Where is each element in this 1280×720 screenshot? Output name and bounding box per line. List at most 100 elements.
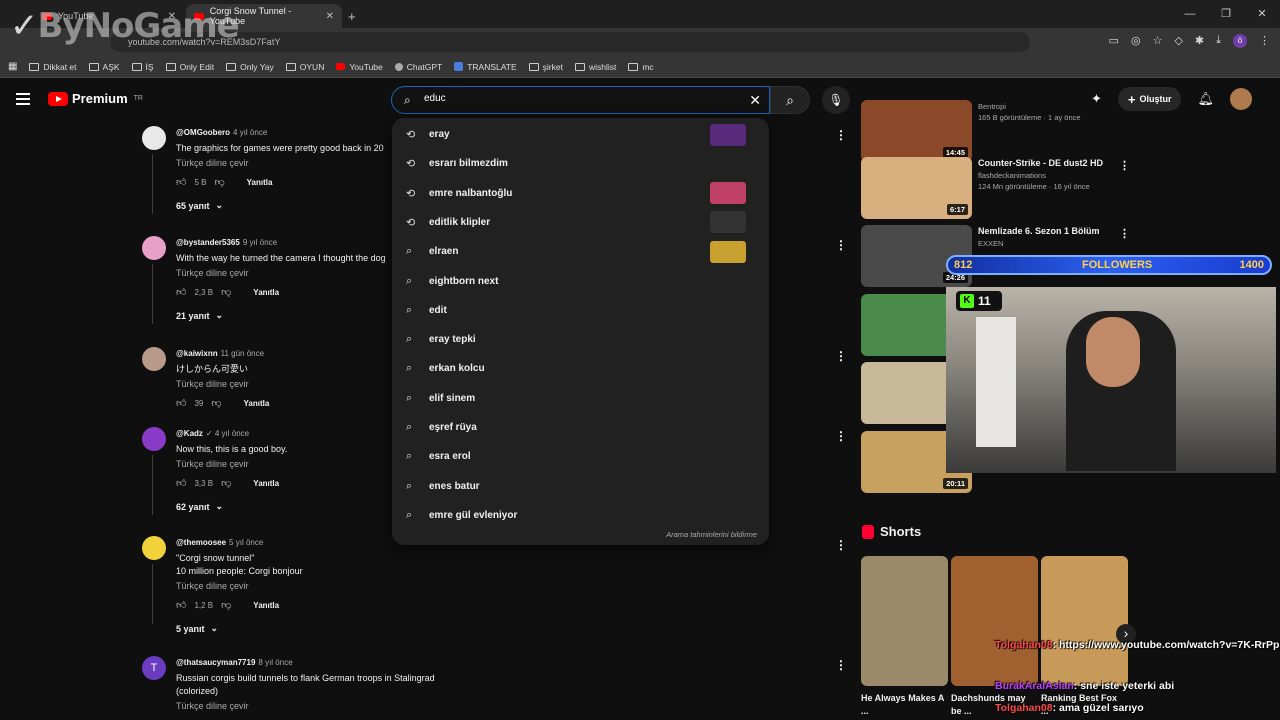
kebab-menu-icon[interactable]: ⋮ xyxy=(1259,34,1270,48)
dislike-icon[interactable]: 👎︎ xyxy=(214,176,224,188)
comment-author[interactable]: @themoosee 5 yıl önce xyxy=(176,538,303,547)
translate-link[interactable]: Türkçe diline çevir xyxy=(176,379,269,389)
search-suggestion[interactable]: ⌕ erkan kolcu xyxy=(392,354,769,383)
channel-name[interactable]: flashdeckanimations xyxy=(978,171,1118,180)
comment-time[interactable]: 11 gün önce xyxy=(221,349,264,358)
bookmark-item[interactable]: Dikkat et xyxy=(29,62,77,72)
restore-icon[interactable]: ❐ xyxy=(1208,0,1244,28)
bookmark-item[interactable]: mc xyxy=(628,62,654,72)
address-bar[interactable]: youtube.com/watch?v=REM3sD7FatY xyxy=(110,32,1030,52)
star-icon[interactable]: ☆ xyxy=(1153,34,1163,48)
dislike-icon[interactable]: 👎︎ xyxy=(211,397,221,409)
search-input[interactable]: educ xyxy=(424,93,446,104)
comment-author[interactable]: @Kadz ✓ 4 yıl önce xyxy=(176,429,287,438)
comment-author[interactable]: @bystander5365 9 yıl önce xyxy=(176,238,386,247)
translate-link[interactable]: Türkçe diline çevir xyxy=(176,268,386,278)
bell-icon[interactable]: 🔔︎ xyxy=(1197,91,1214,107)
author-name[interactable]: @Kadz xyxy=(176,429,203,438)
bookmark-item[interactable]: wishlist xyxy=(574,62,616,72)
view-replies-button[interactable]: 5 yanıt ⌄ xyxy=(176,623,303,634)
reply-button[interactable]: Yanıtla xyxy=(253,288,279,297)
reply-button[interactable]: Yanıtla xyxy=(253,601,279,610)
like-icon[interactable]: 👍︎ xyxy=(176,599,186,611)
search-suggestion[interactable]: ⌕ eray tepki xyxy=(392,325,769,354)
like-icon[interactable]: 👍︎ xyxy=(176,397,186,409)
extension-icon[interactable]: ◇ xyxy=(1174,34,1182,48)
author-name[interactable]: @thatsaucyman7719 xyxy=(176,658,255,667)
reply-button[interactable]: Yanıtla xyxy=(244,399,270,408)
commenter-avatar[interactable] xyxy=(142,126,166,150)
author-name[interactable]: @themoosee xyxy=(176,538,226,547)
bookmark-item[interactable]: OYUN xyxy=(285,62,324,72)
puzzle-icon[interactable]: ✱ xyxy=(1195,34,1204,48)
search-suggestion[interactable]: ⌕ elraen xyxy=(392,237,769,266)
comment-menu-icon[interactable]: ⋮ xyxy=(835,429,847,443)
channel-name[interactable]: Bentropi xyxy=(978,102,1118,111)
search-suggestion[interactable]: ⌕ edit xyxy=(392,296,769,325)
youtube-premium-logo[interactable]: Premium TR xyxy=(48,91,143,106)
translate-link[interactable]: Türkçe diline çevir xyxy=(176,158,384,168)
author-name[interactable]: @OMGoobero xyxy=(176,128,230,137)
apps-grid-icon[interactable]: ▦ xyxy=(8,61,17,72)
search-suggestion[interactable]: ⌕ esra erol xyxy=(392,442,769,471)
comment-author[interactable]: @kaiwixnn 11 gün önce xyxy=(176,349,269,358)
video-thumbnail[interactable]: 14:45 xyxy=(861,100,972,162)
video-title[interactable]: Nemlizade 6. Sezon 1 Bölüm xyxy=(978,225,1118,237)
commenter-avatar[interactable] xyxy=(142,536,166,560)
dislike-icon[interactable]: 👎︎ xyxy=(221,286,231,298)
bookmark-item[interactable]: TRANSLATE xyxy=(454,62,517,72)
translate-link[interactable]: Türkçe diline çevir xyxy=(176,581,303,591)
hamburger-menu-icon[interactable] xyxy=(16,93,30,105)
commenter-avatar[interactable] xyxy=(142,347,166,371)
channel-name[interactable]: EXXEN xyxy=(978,239,1118,248)
search-suggestion[interactable]: ⟲ editlik klipler xyxy=(392,208,769,237)
new-tab-button[interactable]: + xyxy=(342,4,364,28)
author-name[interactable]: @kaiwixnn xyxy=(176,349,218,358)
bookmark-item[interactable]: AŞK xyxy=(88,62,120,72)
search-suggestion[interactable]: ⟲ esrarı bilmezdim xyxy=(392,149,769,178)
video-title[interactable]: Counter-Strike - DE dust2 HD xyxy=(978,157,1118,169)
commenter-avatar[interactable] xyxy=(142,427,166,451)
short-thumbnail[interactable] xyxy=(861,556,948,686)
bookmark-item[interactable]: İŞ xyxy=(131,62,154,72)
voice-search-button[interactable]: 🎙 xyxy=(822,86,850,114)
clear-search-icon[interactable]: ✕ xyxy=(749,92,761,109)
like-icon[interactable]: 👍︎ xyxy=(176,176,186,188)
minimize-icon[interactable]: — xyxy=(1172,0,1208,28)
reply-button[interactable]: Yanıtla xyxy=(247,178,273,187)
video-menu-icon[interactable]: ⋮ xyxy=(1119,227,1130,240)
comment-time[interactable]: 5 yıl önce xyxy=(229,538,263,547)
search-suggestion[interactable]: ⟲ emre nalbantoğlu xyxy=(392,179,769,208)
dislike-icon[interactable]: 👎︎ xyxy=(221,477,231,489)
download-icon[interactable]: ⤓ xyxy=(1216,34,1221,48)
profile-avatar[interactable]: ö xyxy=(1233,34,1247,48)
search-suggestion[interactable]: ⌕ eşref rüya xyxy=(392,413,769,442)
short-thumbnail[interactable] xyxy=(1041,556,1128,686)
search-suggestion[interactable]: ⌕ elif sinem xyxy=(392,384,769,413)
comment-menu-icon[interactable]: ⋮ xyxy=(835,349,847,363)
bookmark-item[interactable]: Only Edit xyxy=(165,62,214,72)
short-title[interactable]: He Always Makes A ... xyxy=(861,692,946,718)
search-suggestion[interactable]: ⟲ eray xyxy=(392,120,769,149)
bookmark-item[interactable]: ChatGPT xyxy=(394,62,442,72)
like-icon[interactable]: 👍︎ xyxy=(176,286,186,298)
eye-slash-icon[interactable]: ◎ xyxy=(1131,34,1141,48)
search-suggestion[interactable]: ⌕ eightborn next xyxy=(392,267,769,296)
view-replies-button[interactable]: 21 yanıt ⌄ xyxy=(176,310,386,321)
comment-time[interactable]: 8 yıl önce xyxy=(258,658,292,667)
short-thumbnail[interactable] xyxy=(951,556,1038,686)
reply-button[interactable]: Yanıtla xyxy=(253,479,279,488)
search-button[interactable]: ⌕ xyxy=(770,86,810,114)
translate-link[interactable]: Türkçe diline çevir xyxy=(176,459,287,469)
author-name[interactable]: @bystander5365 xyxy=(176,238,240,247)
video-thumbnail[interactable]: 6:17 xyxy=(861,157,972,219)
view-replies-button[interactable]: 65 yanıt ⌄ xyxy=(176,200,384,211)
dislike-icon[interactable]: 👎︎ xyxy=(221,599,231,611)
comment-author[interactable]: @thatsaucyman7719 8 yıl önce xyxy=(176,658,435,667)
comment-menu-icon[interactable]: ⋮ xyxy=(835,238,847,252)
search-box[interactable]: ⌕ educ ✕ xyxy=(391,86,770,114)
comment-time[interactable]: ✓ 4 yıl önce xyxy=(206,429,249,438)
comment-menu-icon[interactable]: ⋮ xyxy=(835,538,847,552)
close-tab-icon[interactable]: ✕ xyxy=(326,11,334,22)
comment-menu-icon[interactable]: ⋮ xyxy=(835,128,847,142)
